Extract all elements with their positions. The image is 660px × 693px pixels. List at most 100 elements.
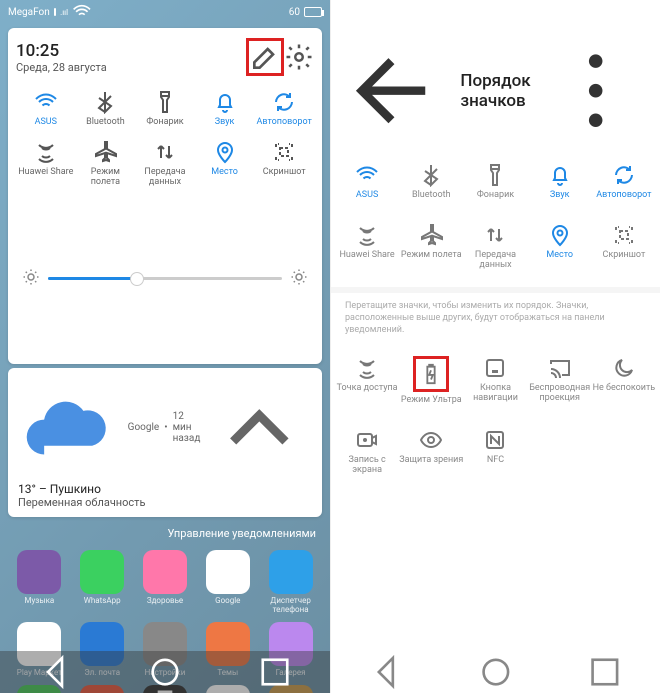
tile-label: ASUS — [35, 118, 57, 128]
notif-title: 13° – Пушкино — [18, 482, 312, 496]
tile-label: Звук — [550, 191, 570, 211]
location-icon — [548, 223, 572, 247]
tile-label: Режим полета — [401, 251, 462, 271]
nav-home-icon[interactable] — [441, 651, 551, 693]
settings-button[interactable] — [284, 42, 314, 72]
app-icon — [269, 550, 313, 594]
tile-location[interactable]: Место — [195, 136, 255, 192]
tile-cast[interactable]: Беспроводная проекция — [528, 350, 592, 422]
pencil-icon — [249, 41, 281, 73]
moon-icon — [612, 356, 636, 380]
tile-label: Автоповорот — [257, 118, 312, 128]
battery-icon — [304, 7, 322, 17]
data-icon — [153, 140, 177, 164]
app-Музыка[interactable]: Музыка — [10, 550, 69, 614]
tile-bell[interactable]: Звук — [195, 86, 255, 132]
location-icon — [213, 140, 237, 164]
flashlight-icon — [483, 163, 507, 187]
status-bar: MegaFon .ııl 60 — [0, 0, 330, 24]
weather-notification[interactable]: Google • 12 мин назад 13° – Пушкино Пере… — [8, 368, 322, 518]
app-label: Здоровье — [147, 596, 183, 605]
edit-tiles-button[interactable] — [246, 38, 284, 76]
tile-wifi[interactable]: ASUS — [16, 86, 76, 132]
data-icon — [483, 223, 507, 247]
nav-back-icon[interactable] — [331, 651, 441, 693]
tile-label: Скриншот — [602, 251, 645, 271]
cloud-icon — [18, 376, 123, 481]
eye-icon — [419, 428, 443, 452]
tile-hotspot[interactable]: Точка доступа — [335, 350, 399, 422]
app-icon — [17, 550, 61, 594]
tile-hotspot[interactable]: Huawei Share — [335, 217, 399, 277]
nav-bar — [331, 651, 660, 693]
nav-bar — [0, 651, 330, 693]
tile-label: Huawei Share — [18, 168, 73, 178]
screenshot-icon — [612, 223, 636, 247]
app-Здоровье[interactable]: Здоровье — [136, 550, 195, 614]
tile-flashlight[interactable]: Фонарик — [135, 86, 195, 132]
tile-rotate[interactable]: Автоповорот — [592, 157, 656, 217]
sun-low-icon — [22, 202, 40, 356]
tile-bluetooth[interactable]: Bluetooth — [76, 86, 136, 132]
tile-bluetooth[interactable]: Bluetooth — [399, 157, 463, 217]
app-icon — [206, 550, 250, 594]
tile-label: NFC — [487, 456, 504, 476]
tile-label: Huawei Share — [340, 251, 395, 271]
app-label: Google — [215, 596, 240, 605]
tile-location[interactable]: Место — [528, 217, 592, 277]
tile-hotspot[interactable]: Huawei Share — [16, 136, 76, 192]
nav-recent-icon[interactable] — [550, 651, 660, 693]
wifi-icon — [34, 90, 58, 114]
tile-label: Место — [546, 251, 573, 271]
back-button[interactable] — [345, 40, 446, 141]
tile-data[interactable]: Передача данных — [135, 136, 195, 192]
app-Диспетчер телефона[interactable]: Диспетчер телефона — [261, 550, 320, 614]
tile-eye[interactable]: Защита зрения — [399, 422, 463, 482]
tile-data[interactable]: Передача данных — [463, 217, 527, 277]
tile-label: Звук — [215, 118, 235, 128]
tile-battery[interactable]: Режим Ультра — [399, 350, 463, 422]
tile-label: Точка доступа — [337, 384, 398, 404]
nav-back-icon[interactable] — [0, 651, 110, 693]
tile-wifi[interactable]: ASUS — [335, 157, 399, 217]
tile-label: Скриншот — [263, 168, 306, 178]
tile-screenrec[interactable]: Запись с экрана — [335, 422, 399, 482]
hotspot-icon — [34, 140, 58, 164]
nfc-icon — [483, 428, 507, 452]
tile-label: Режим Ультра — [401, 396, 462, 416]
nav-recent-icon[interactable] — [220, 651, 330, 693]
tile-navkey[interactable]: Кнопка навигации — [463, 350, 527, 422]
brightness-slider[interactable] — [48, 277, 282, 280]
more-button[interactable] — [545, 40, 646, 141]
notif-body: Переменная облачность — [18, 496, 312, 509]
tile-label: Место — [211, 168, 238, 178]
tile-flashlight[interactable]: Фонарик — [463, 157, 527, 217]
reorder-hint: Перетащите значки, чтобы изменить их пор… — [331, 287, 660, 344]
tile-label: Запись с экрана — [335, 456, 399, 476]
tile-airplane[interactable]: Режим полета — [399, 217, 463, 277]
screenshot-icon — [272, 140, 296, 164]
app-WhatsApp[interactable]: WhatsApp — [73, 550, 132, 614]
manage-notifications-link[interactable]: Управление уведомлениями — [0, 521, 330, 546]
screenrec-icon — [355, 428, 379, 452]
brightness-slider-row — [16, 192, 314, 360]
header: Порядок значков — [331, 24, 660, 151]
tile-label: Беспроводная проекция — [528, 384, 592, 404]
hotspot-icon — [355, 356, 379, 380]
chevron-up-icon[interactable] — [207, 376, 312, 481]
tile-nfc[interactable]: NFC — [463, 422, 527, 482]
nav-home-icon[interactable] — [110, 651, 220, 693]
bell-icon — [213, 90, 237, 114]
tile-screenshot[interactable]: Скриншот — [592, 217, 656, 277]
quick-settings-panel: 10:25 Среда, 28 августа ASUS Bluetooth Ф… — [8, 28, 322, 364]
app-icon — [143, 550, 187, 594]
tile-screenshot[interactable]: Скриншот — [254, 136, 314, 192]
tile-label: Кнопка навигации — [463, 384, 527, 404]
tile-airplane[interactable]: Режим полета — [76, 136, 136, 192]
app-Google[interactable]: Google — [198, 550, 257, 614]
hotspot-icon — [355, 223, 379, 247]
tile-moon[interactable]: Не беспокоить — [592, 350, 656, 422]
tile-bell[interactable]: Звук — [528, 157, 592, 217]
rotate-icon — [612, 163, 636, 187]
tile-rotate[interactable]: Автоповорот — [254, 86, 314, 132]
